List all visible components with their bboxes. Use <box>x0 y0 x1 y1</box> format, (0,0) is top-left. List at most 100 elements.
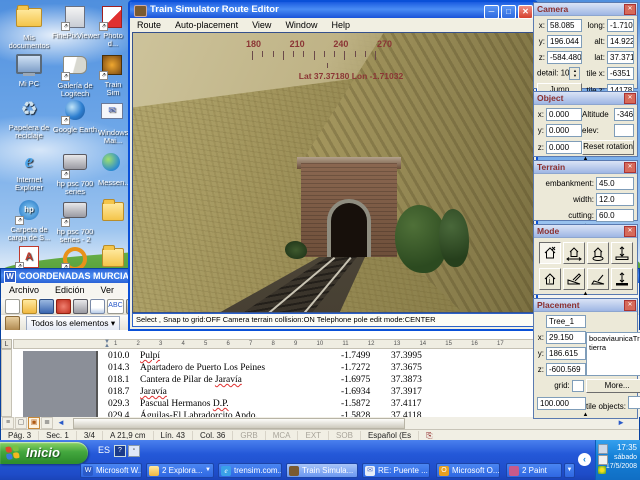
elements-options-icon[interactable] <box>5 316 20 331</box>
language-indicator[interactable]: ES <box>98 445 110 455</box>
desktop-icon-hp-psc-700-2[interactable]: ↗ hp psc 700 series - 2 <box>52 198 98 244</box>
menu-auto-placement[interactable]: Auto-placement <box>168 18 245 32</box>
width-field[interactable]: 12.0 <box>596 193 634 206</box>
close-icon[interactable]: ✕ <box>624 300 636 311</box>
desktop-icon-hp-upload-folder[interactable]: hp↗ Carpeta de carga de S... <box>6 198 52 242</box>
view-web-button[interactable]: ▢ <box>15 417 27 429</box>
object-altitude-field[interactable]: -346.909 <box>614 108 634 121</box>
cutting-field[interactable]: 60.0 <box>596 209 634 222</box>
save-icon[interactable] <box>39 299 54 314</box>
permission-icon[interactable] <box>56 299 71 314</box>
camera-y-field[interactable]: 196.044 <box>547 35 582 48</box>
horizontal-scroll-thumb[interactable] <box>73 418 405 429</box>
camera-tile-x-field[interactable]: -6351 <box>607 67 634 80</box>
view-print-layout-button[interactable]: ▣ <box>28 417 40 429</box>
print-preview-icon[interactable] <box>90 299 105 314</box>
desktop-icon-hp-psc-700[interactable]: ↗ hp psc 700 series <box>52 150 98 196</box>
desktop-icon-recycle-bin[interactable]: ♻ Papelera de reciclaje <box>6 98 52 140</box>
mode-rotate-object-button[interactable] <box>587 242 609 264</box>
mode-paint-terrain-button[interactable] <box>563 268 585 290</box>
desktop-icon-logitech-gallery[interactable]: ↗ Galería de Logitech <box>52 52 98 98</box>
close-icon[interactable]: ✕ <box>624 93 636 104</box>
menu-view[interactable]: View <box>245 18 278 32</box>
desktop-icon-my-documents[interactable]: Mis documentos <box>6 4 52 50</box>
camera-lat-field[interactable]: 37.37171 <box>607 51 634 64</box>
menu-help[interactable]: Help <box>324 18 357 32</box>
more-button[interactable]: More... <box>586 379 640 393</box>
desktop-icon-internet-explorer[interactable]: e Internet Explorer <box>6 150 52 192</box>
placement-y-field[interactable]: 186.615 <box>546 347 586 360</box>
desktop-icon-google-earth[interactable]: ↗ Google Earth <box>52 98 98 134</box>
close-icon[interactable]: ✕ <box>624 162 636 173</box>
tray-collapse-chevron[interactable]: ‹ <box>578 453 591 466</box>
task-trensim[interactable]: e trensim.com... <box>218 463 282 478</box>
object-x-field[interactable]: 0.000 <box>546 108 582 121</box>
desktop-icon-finepixviewer[interactable]: ↗ FinePixViewer <box>52 4 98 40</box>
start-button[interactable]: Inicio <box>0 442 88 464</box>
chevron-down-icon[interactable]: ▼ <box>205 464 211 477</box>
elements-dropdown[interactable]: Todos los elementos ▾ <box>26 316 120 331</box>
scroll-left-icon[interactable]: ◄ <box>57 418 65 428</box>
object-panel-header[interactable]: Object ✕ <box>534 92 637 105</box>
3d-viewport[interactable]: 180 210 240 270 Lat 37.37180 Lon -1.7103… <box>132 32 534 313</box>
task-explorer-group[interactable]: 2 Explora... ▼ <box>146 463 214 478</box>
open-icon[interactable] <box>22 299 37 314</box>
mode-move-object-button[interactable] <box>563 242 585 264</box>
camera-long-field[interactable]: -1.71032 <box>607 19 634 32</box>
mode-terrain-patch-button[interactable] <box>587 268 609 290</box>
desktop-icon-my-computer[interactable]: Mi PC <box>6 52 52 88</box>
grid-checkbox[interactable] <box>572 380 584 392</box>
menu-window[interactable]: Window <box>278 18 324 32</box>
indent-marker-icon[interactable]: ▼▲ <box>104 340 111 348</box>
detail-spinner[interactable]: ▲▼ <box>569 67 580 80</box>
desktop-icon-train-sim[interactable]: ↗ Train Sim <box>98 52 128 97</box>
placement-scale-field[interactable]: 100.000 <box>537 397 586 410</box>
menu-route[interactable]: Route <box>130 18 168 32</box>
spelling-icon[interactable]: ABC <box>107 299 124 314</box>
desktop-icon-windows-mail[interactable]: ✉ Windows Mai... <box>98 98 128 145</box>
object-y-field[interactable]: 0.000 <box>546 124 582 137</box>
placement-z-field[interactable]: -600.569 <box>546 363 586 376</box>
maximize-button[interactable]: □ <box>501 5 516 19</box>
help-tray-icon[interactable]: ? <box>114 445 126 457</box>
mode-place-object-button[interactable] <box>539 242 561 264</box>
camera-alt-field[interactable]: 14.922 <box>607 35 634 48</box>
close-icon[interactable]: ✕ <box>624 226 636 237</box>
new-document-icon[interactable] <box>5 299 20 314</box>
tablet-tray-icon[interactable]: ▫ <box>128 445 140 457</box>
task-microsoft-word[interactable]: W Microsoft W... <box>80 463 142 478</box>
menu-archivo[interactable]: Archivo <box>1 283 47 298</box>
display-tray-icon[interactable] <box>598 444 608 454</box>
embankment-field[interactable]: 45.0 <box>596 177 634 190</box>
minimize-button[interactable]: ─ <box>484 5 499 19</box>
mode-object-info-button[interactable]: i <box>539 268 561 290</box>
placement-panel-header[interactable]: Placement ✕ <box>534 299 637 312</box>
tab-selector[interactable]: L <box>1 339 12 349</box>
google-earth-tray-icon[interactable] <box>598 466 606 474</box>
desktop-icon-folder-1[interactable] <box>98 198 128 228</box>
explorer-tray-icon[interactable] <box>598 455 608 465</box>
close-icon[interactable]: ✕ <box>624 4 636 15</box>
menu-ver[interactable]: Ver <box>93 283 123 298</box>
paint-group-chevron[interactable]: ▼ <box>564 463 575 478</box>
collapse-arrow-icon[interactable]: ▲ <box>534 411 637 420</box>
print-icon[interactable] <box>73 299 88 314</box>
task-paint-group[interactable]: 2 Paint <box>506 463 562 478</box>
reset-rotation-button[interactable]: Reset rotation <box>582 140 634 155</box>
terrain-panel-header[interactable]: Terrain ✕ <box>534 161 637 174</box>
view-normal-button[interactable]: ≡ <box>2 417 14 429</box>
task-microsoft-outlook[interactable]: O Microsoft O... <box>436 463 500 478</box>
object-z-field[interactable]: 0.000 <box>546 141 582 154</box>
route-editor-titlebar[interactable]: Train Simulator Route Editor ─□✕ <box>130 2 536 18</box>
desktop-icon-photo-app[interactable]: ↗ Photo d... <box>98 4 128 48</box>
placement-object-list[interactable]: bocaviaunicaTripletierra <box>586 332 640 376</box>
task-train-simulator[interactable]: Train Simula... <box>286 463 358 478</box>
camera-panel-header[interactable]: Camera ✕ <box>534 3 637 16</box>
mode-panel-header[interactable]: Mode ✕ <box>534 225 637 238</box>
mode-raise-object-button[interactable] <box>611 242 633 264</box>
placement-x-field[interactable]: 29.150 <box>546 331 586 344</box>
task-re-puente-mail[interactable]: ✉ RE: Puente ... <box>362 463 430 478</box>
close-button[interactable]: ✕ <box>518 5 533 19</box>
desktop-icon-windows-messenger[interactable]: Messen... <box>98 150 128 187</box>
placement-name-field[interactable]: Tree_1 <box>546 315 586 328</box>
